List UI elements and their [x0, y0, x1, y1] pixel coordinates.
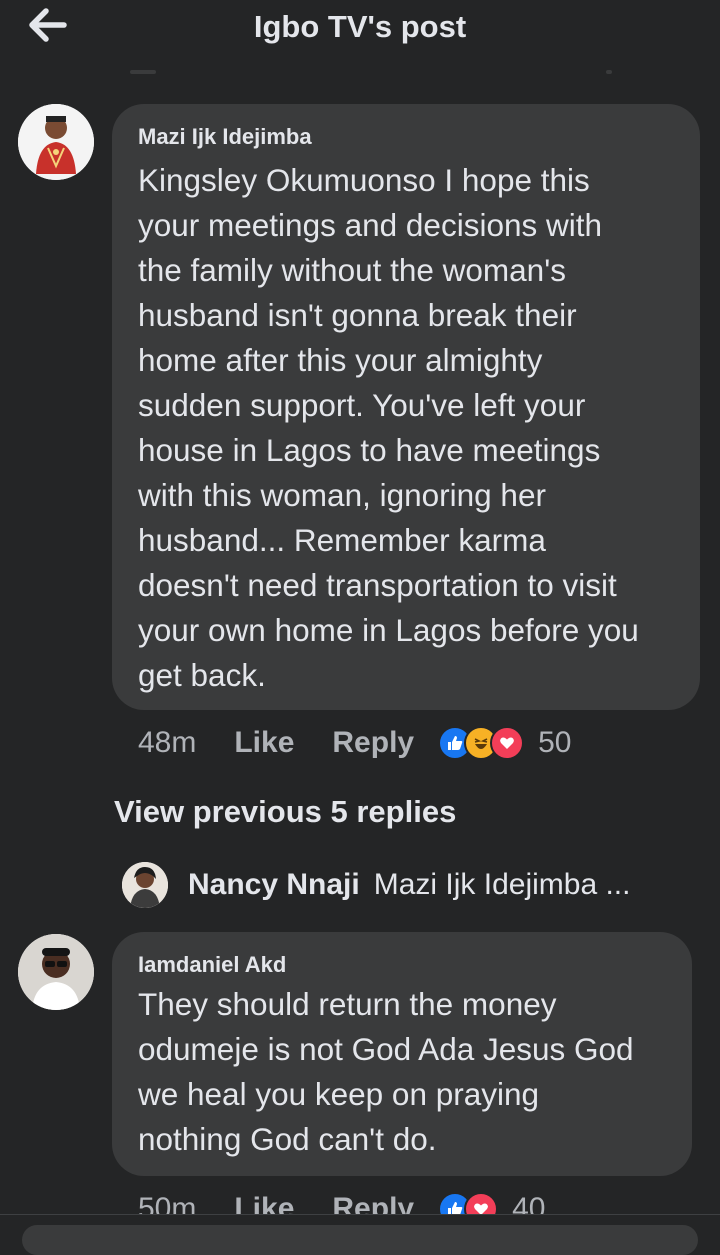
comment-bubble[interactable]: Iamdaniel Akd They should return the mon… [112, 932, 692, 1176]
comment-line: your own home in Lagos before you [138, 612, 639, 648]
comment-line: husband isn't gonna break their [138, 297, 577, 333]
reply-button[interactable]: Reply [332, 726, 414, 760]
comment-author[interactable]: Iamdaniel Akd [138, 952, 286, 978]
avatar[interactable] [18, 104, 94, 180]
comment-line: home after this your almighty [138, 342, 543, 378]
back-arrow-icon[interactable] [28, 8, 68, 42]
comment-composer-bar [0, 1214, 720, 1255]
comment-actions: 48m Like Reply 50 [138, 726, 571, 760]
comment-line: the family without the woman's [138, 252, 566, 288]
comment-text: They should return the money odumeje is … [138, 982, 634, 1162]
reply-avatar[interactable] [122, 862, 168, 908]
comment-input[interactable] [22, 1225, 698, 1255]
comment-line: husband... Remember karma [138, 522, 546, 558]
reply-preview[interactable]: Nancy Nnaji Mazi Ijk Idejimba ... [122, 862, 630, 908]
comment-line: house in Lagos to have meetings [138, 432, 601, 468]
reaction-summary[interactable] [438, 726, 525, 760]
page-title: Igbo TV's post [253, 9, 467, 44]
comment-text: Kingsley Okumuonso I hope this your meet… [138, 158, 639, 698]
top-bar: Igbo TV's post [0, 0, 720, 60]
love-reaction-icon [490, 726, 525, 760]
comment-line: get back. [138, 657, 266, 693]
comment-line: sudden support. You've left your [138, 387, 586, 423]
comment-line: doesn't need transportation to visit [138, 567, 617, 603]
comment-line: nothing God can't do. [138, 1121, 437, 1157]
comment-line: They should return the money [138, 986, 557, 1022]
comment-line: your meetings and decisions with [138, 207, 602, 243]
reaction-count[interactable]: 50 [538, 726, 571, 760]
reply-author[interactable]: Nancy Nnaji [188, 868, 360, 902]
reply-snippet: Mazi Ijk Idejimba ... [373, 868, 631, 901]
comment-author[interactable]: Mazi Ijk Idejimba [138, 124, 312, 150]
previous-content-edge [0, 60, 720, 78]
comment-line: with this woman, ignoring her [138, 477, 546, 513]
comment-line: Kingsley Okumuonso I hope this [138, 162, 590, 198]
comment-line: we heal you keep on praying [138, 1076, 540, 1112]
comment-line: odumeje is not God Ada Jesus God [138, 1031, 634, 1067]
comment-time[interactable]: 48m [138, 726, 196, 760]
like-button[interactable]: Like [234, 726, 294, 760]
comment-bubble[interactable]: Mazi Ijk Idejimba Kingsley Okumuonso I h… [112, 104, 700, 710]
avatar[interactable] [18, 934, 94, 1010]
view-previous-replies-link[interactable]: View previous 5 replies [114, 794, 456, 830]
